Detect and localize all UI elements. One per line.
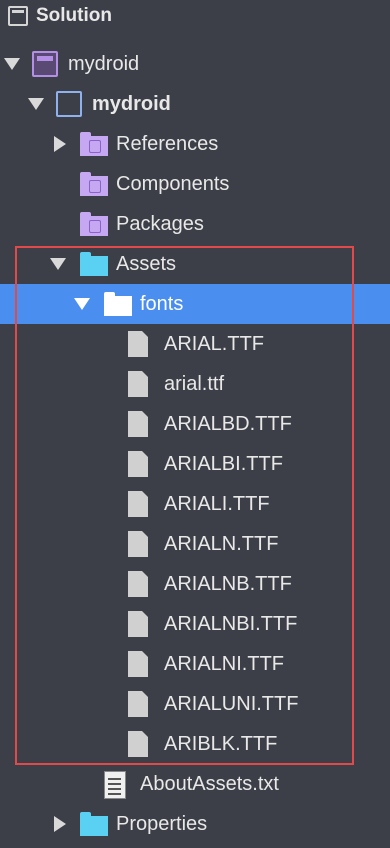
tree-item-label: ARIALN.TTF [164, 533, 279, 555]
tree-item-label: ARIAL.TTF [164, 333, 265, 355]
tree-item-label: Components [116, 173, 230, 195]
tree-item-font-file[interactable]: ARIALUNI.TTF [0, 684, 390, 724]
tree-item-references[interactable]: References [0, 124, 390, 164]
tree-item-label: Properties [116, 813, 208, 835]
text-file-icon [104, 771, 126, 799]
tree-item-assets[interactable]: Assets [0, 244, 390, 284]
tree-item-font-file[interactable]: ARIALI.TTF [0, 484, 390, 524]
tree-item-properties[interactable]: Properties [0, 804, 390, 844]
tree-item-label: arial.ttf [164, 373, 225, 395]
tree-item-font-file[interactable]: arial.ttf [0, 364, 390, 404]
file-icon [128, 651, 148, 677]
tree-item-label: ARIALNB.TTF [164, 573, 292, 595]
file-icon [128, 531, 148, 557]
tree-item-font-file[interactable]: ARIAL.TTF [0, 324, 390, 364]
tree-item-font-file[interactable]: ARIBLK.TTF [0, 724, 390, 764]
tree-item-label: mydroid [92, 93, 171, 115]
file-icon [128, 331, 148, 357]
file-icon [128, 691, 148, 717]
tree-item-label: ARIALNI.TTF [164, 653, 285, 675]
tree-item-solution[interactable]: mydroid [0, 44, 390, 84]
panel-title: Solution [36, 5, 112, 26]
file-icon [128, 731, 148, 757]
tree-item-label: References [116, 133, 219, 155]
special-folder-icon [80, 172, 108, 196]
file-icon [128, 571, 148, 597]
tree-item-label: ARIALNBI.TTF [164, 613, 298, 635]
expand-arrow-icon[interactable] [74, 298, 90, 310]
tree-item-font-file[interactable]: ARIALNB.TTF [0, 564, 390, 604]
solution-panel-icon [8, 6, 28, 26]
tree-item-label: Packages [116, 213, 204, 235]
expand-arrow-icon[interactable] [50, 258, 66, 270]
tree-item-project[interactable]: mydroid [0, 84, 390, 124]
folder-icon [104, 292, 132, 316]
special-folder-icon [80, 132, 108, 156]
file-icon [128, 411, 148, 437]
expand-arrow-icon[interactable] [28, 98, 44, 110]
tree-item-label: ARIALUNI.TTF [164, 693, 299, 715]
folder-icon [80, 252, 108, 276]
tree-item-about-assets[interactable]: AboutAssets.txt [0, 764, 390, 804]
project-icon [56, 91, 82, 117]
tree-item-label: fonts [140, 293, 184, 315]
tree-item-label: AboutAssets.txt [140, 773, 279, 795]
folder-icon [80, 812, 108, 836]
tree-item-packages[interactable]: Packages [0, 204, 390, 244]
tree-item-label: mydroid [68, 53, 140, 75]
tree-item-label: Assets [116, 253, 177, 275]
collapse-arrow-icon[interactable] [54, 136, 66, 152]
tree-item-font-file[interactable]: ARIALN.TTF [0, 524, 390, 564]
expand-arrow-icon[interactable] [4, 58, 20, 70]
tree-item-font-file[interactable]: ARIALBI.TTF [0, 444, 390, 484]
file-icon [128, 611, 148, 637]
tree-item-label: ARIALBD.TTF [164, 413, 292, 435]
special-folder-icon [80, 212, 108, 236]
tree-item-fonts[interactable]: fonts [0, 284, 390, 324]
tree-item-font-file[interactable]: ARIALNBI.TTF [0, 604, 390, 644]
file-icon [128, 451, 148, 477]
solution-panel-header: Solution [0, 0, 390, 36]
tree-item-label: ARIALBI.TTF [164, 453, 283, 475]
collapse-arrow-icon[interactable] [54, 816, 66, 832]
tree-item-label: ARIBLK.TTF [164, 733, 278, 755]
file-icon [128, 491, 148, 517]
file-icon [128, 371, 148, 397]
tree-item-font-file[interactable]: ARIALNI.TTF [0, 644, 390, 684]
tree-item-label: ARIALI.TTF [164, 493, 270, 515]
tree-item-font-file[interactable]: ARIALBD.TTF [0, 404, 390, 444]
tree-item-components[interactable]: Components [0, 164, 390, 204]
solution-icon [32, 51, 58, 77]
